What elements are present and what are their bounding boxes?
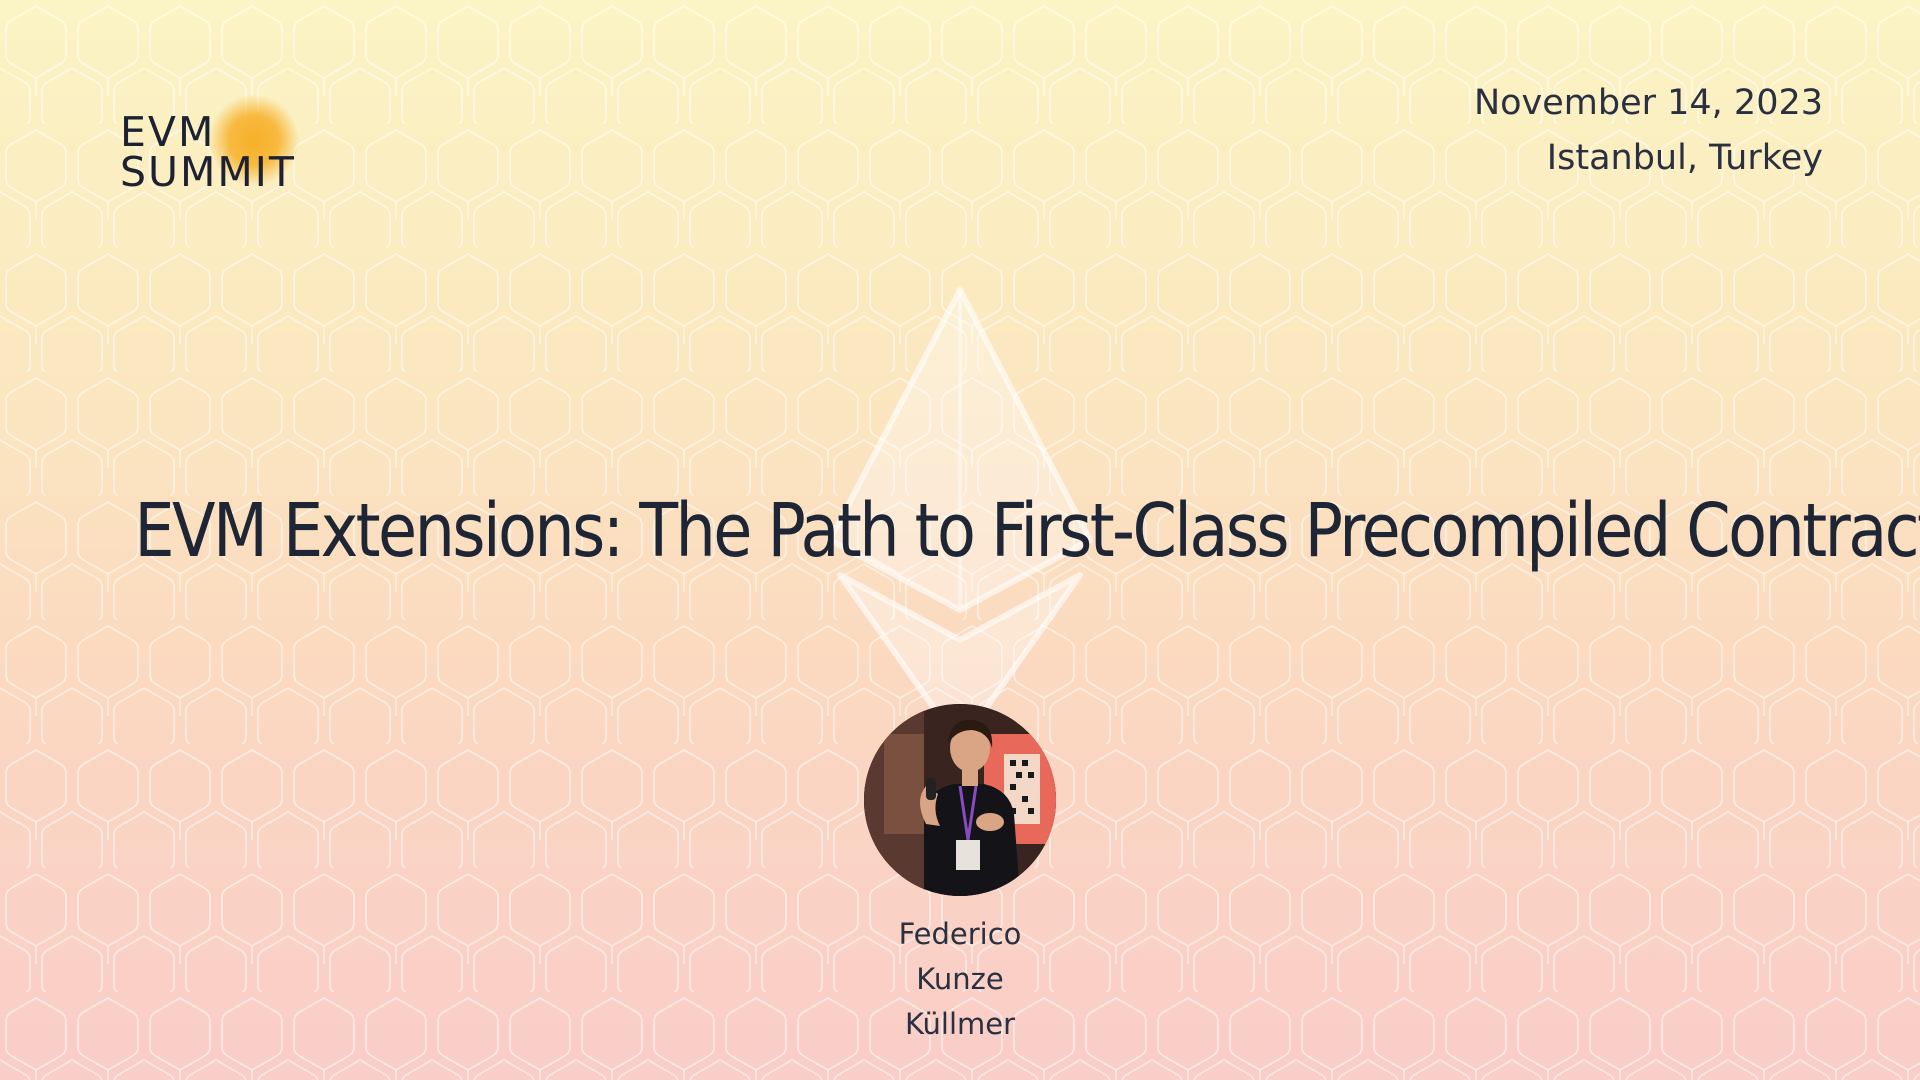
event-info: November 14, 2023 Istanbul, Turkey xyxy=(1474,76,1823,186)
logo-text-line-1: EVM xyxy=(120,108,216,156)
speaker-name: Federico Kunze Küllmer xyxy=(810,912,1110,1047)
talk-title: EVM Extensions: The Path to First-Class … xyxy=(134,488,1920,574)
speaker-photo-icon xyxy=(864,704,1056,896)
speaker-last-name: Küllmer xyxy=(904,1007,1016,1041)
event-location: Istanbul, Turkey xyxy=(1546,138,1823,178)
evm-summit-logo: EVM SUMMIT xyxy=(120,94,340,202)
speaker-avatar xyxy=(864,704,1056,896)
logo-text-line-2: SUMMIT xyxy=(120,148,296,196)
speaker-middle-name: Kunze xyxy=(916,962,1004,996)
speaker-first-name: Federico xyxy=(898,917,1022,951)
event-date: November 14, 2023 xyxy=(1473,83,1823,123)
